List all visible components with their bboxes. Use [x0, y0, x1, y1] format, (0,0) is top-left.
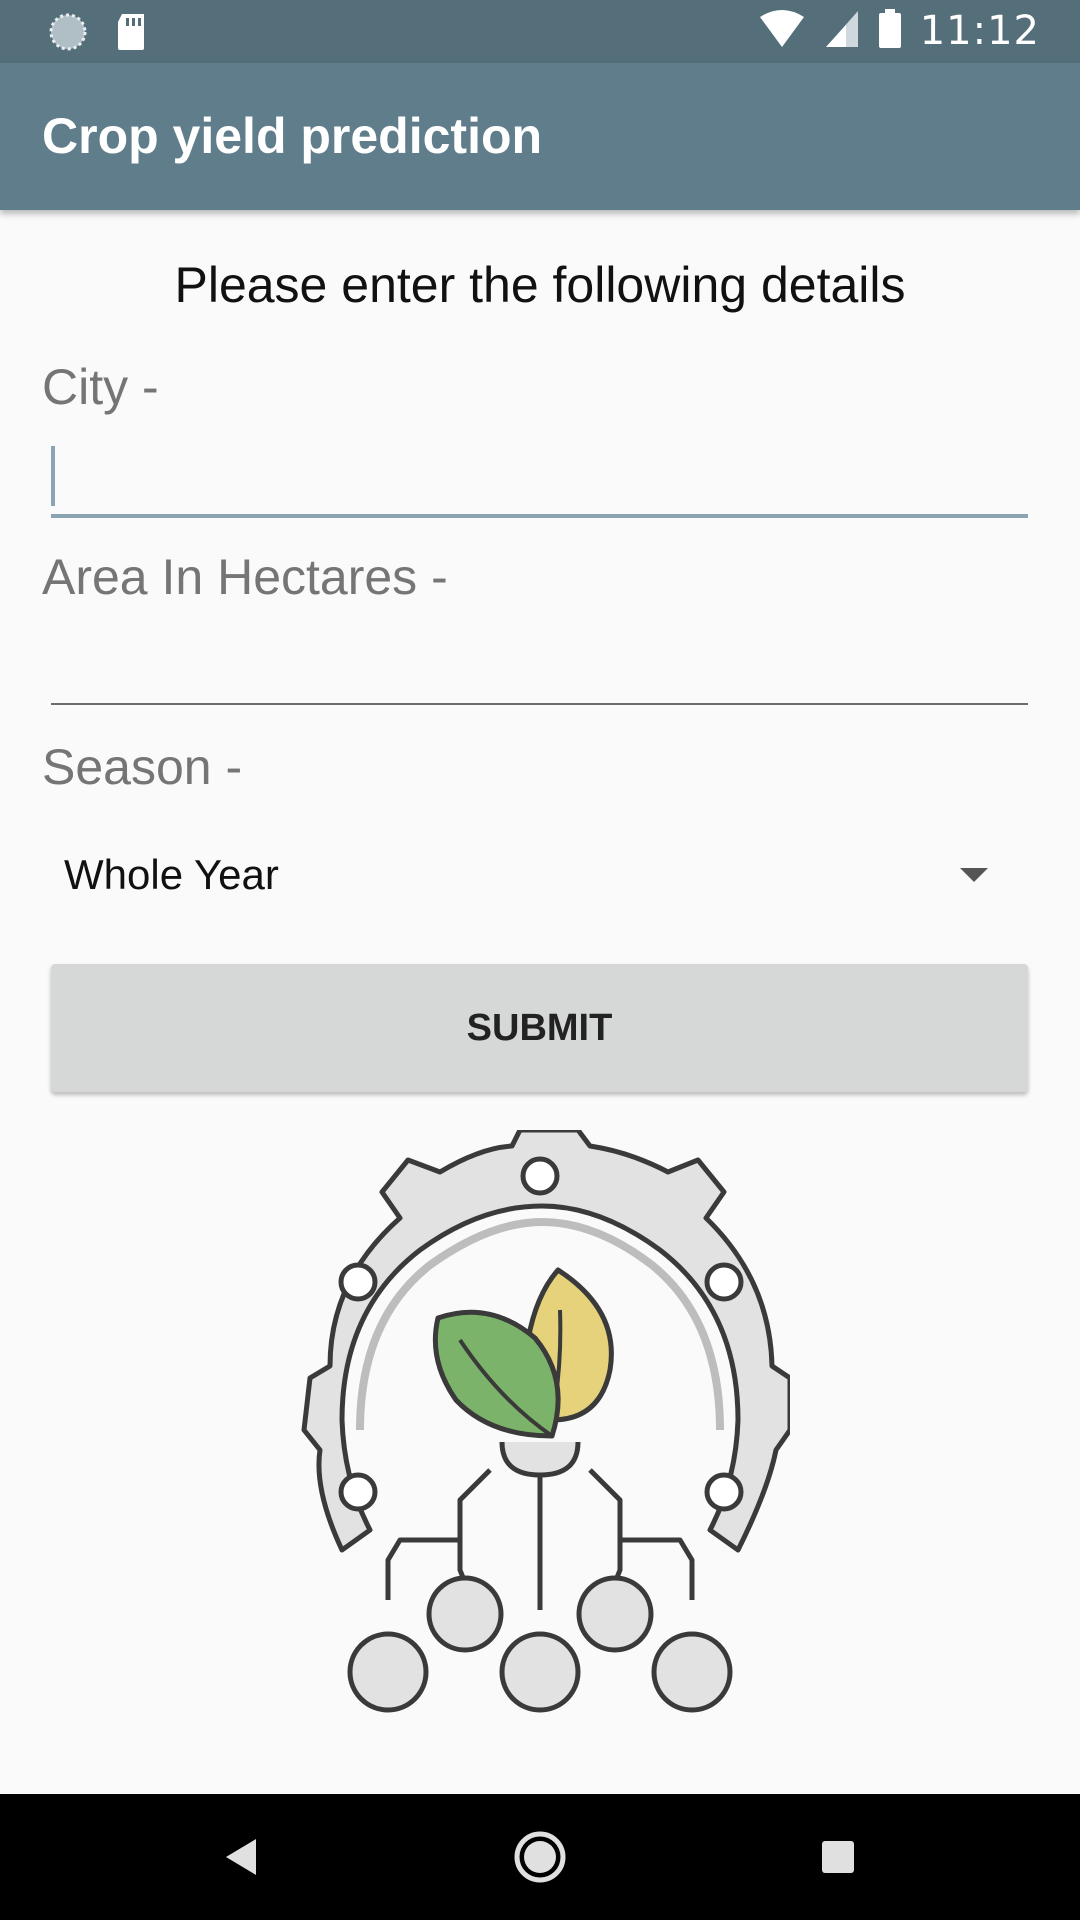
submit-button[interactable]: SUBMIT [51, 964, 1028, 1092]
home-icon [514, 1831, 566, 1883]
city-input[interactable] [51, 436, 1028, 516]
home-button[interactable] [470, 1794, 610, 1920]
back-icon [226, 1839, 256, 1875]
app-title: Crop yield prediction [42, 108, 543, 164]
sd-card-icon [114, 12, 148, 57]
signal-icon [824, 9, 860, 54]
season-dropdown[interactable]: Whole Year [51, 830, 1028, 920]
area-input[interactable] [51, 622, 1028, 702]
back-button[interactable] [170, 1794, 310, 1920]
wifi-icon [758, 9, 806, 54]
app-bar: Crop yield prediction [0, 63, 1080, 210]
area-label: Area In Hectares - [42, 549, 448, 605]
sync-icon [48, 12, 88, 57]
battery-icon [878, 8, 902, 54]
dropdown-arrow-icon [960, 868, 988, 882]
city-label: City - [42, 359, 159, 415]
status-right-icons: 11:12 [758, 8, 1040, 54]
navigation-bar [0, 1794, 1080, 1920]
text-cursor [51, 446, 55, 506]
gear-leaf-network-logo-icon [301, 1127, 793, 1713]
status-bar: 11:12 [0, 0, 1080, 63]
form-heading: Please enter the following details [174, 257, 906, 313]
area-input-underline [51, 703, 1028, 705]
crop-logo [290, 1127, 793, 1720]
recents-button[interactable] [768, 1794, 908, 1920]
status-time: 11:12 [919, 8, 1040, 54]
status-left-icons [48, 12, 148, 57]
city-input-underline [51, 514, 1028, 518]
recents-icon [822, 1841, 854, 1873]
season-selected-value: Whole Year [64, 851, 279, 898]
season-label: Season - [42, 739, 243, 795]
